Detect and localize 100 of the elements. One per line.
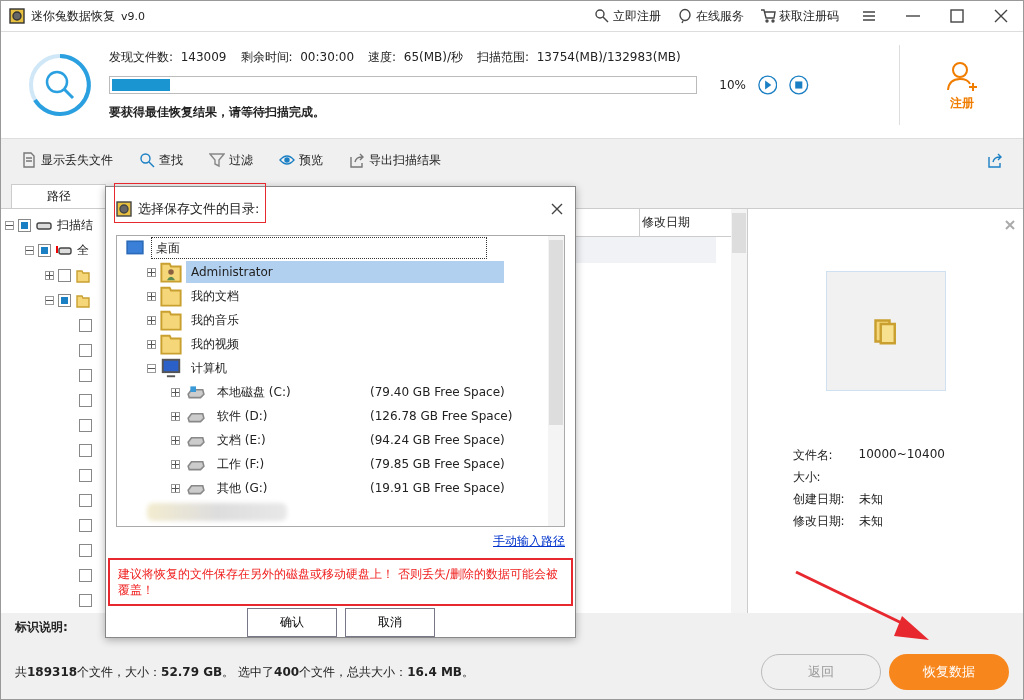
export-icon xyxy=(349,152,365,168)
checkbox[interactable] xyxy=(79,544,92,557)
folder-tree-item[interactable]: 软件 (D:) xyxy=(212,405,362,427)
close-icon xyxy=(549,201,565,217)
tree-item-label: 扫描结 xyxy=(57,217,93,234)
field-value: 未知 xyxy=(858,491,884,508)
expand-toggle[interactable] xyxy=(147,363,156,373)
expand-toggle[interactable] xyxy=(171,483,180,493)
checkbox[interactable] xyxy=(79,519,92,532)
field-label: 创建日期: xyxy=(792,491,846,508)
expand-toggle[interactable] xyxy=(5,221,14,230)
user-folder-icon xyxy=(160,261,182,283)
play-button[interactable] xyxy=(757,74,778,96)
plus-icon xyxy=(46,272,53,279)
checkbox[interactable] xyxy=(79,319,92,332)
checkbox[interactable] xyxy=(79,369,92,382)
title-link[interactable]: 立即注册 xyxy=(594,7,661,25)
toolbar-button[interactable]: 预览 xyxy=(279,151,323,169)
free-space-text: (79.85 GB Free Space) xyxy=(370,457,505,471)
cancel-button[interactable]: 取消 xyxy=(344,608,435,637)
expand-toggle[interactable] xyxy=(171,411,180,421)
confirm-button[interactable]: 确认 xyxy=(246,608,337,637)
field-value: 10000~10400 xyxy=(858,447,946,463)
expand-toggle[interactable] xyxy=(147,267,156,277)
checkbox[interactable] xyxy=(79,419,92,432)
window-title: 迷你兔数据恢复 v9.0 xyxy=(31,7,145,25)
field-label: 文件名: xyxy=(792,447,834,464)
checkbox[interactable] xyxy=(38,244,51,257)
folder-tree-item[interactable]: 文档 (E:) xyxy=(212,429,362,451)
plus-icon xyxy=(172,484,179,492)
plus-icon xyxy=(148,316,155,324)
checkbox[interactable] xyxy=(58,269,71,282)
field-value: 未知 xyxy=(858,513,884,530)
scan-message: 要获得最佳恢复结果，请等待扫描完成。 xyxy=(109,104,326,121)
plus-icon xyxy=(148,292,155,300)
checkbox[interactable] xyxy=(79,344,92,357)
folder-tree-item[interactable]: 桌面 xyxy=(151,237,487,259)
toolbar-button[interactable]: 过滤 xyxy=(209,151,253,169)
scan-stat: 剩余时间: 00:30:00 xyxy=(240,49,355,66)
scan-stat: 发现文件数: 143009 xyxy=(109,49,227,66)
folder-icon xyxy=(75,292,91,309)
minus-icon xyxy=(6,222,13,229)
folder-icon xyxy=(160,333,182,355)
expand-toggle[interactable] xyxy=(171,435,180,445)
title-link[interactable]: 在线服务 xyxy=(677,7,744,25)
legend-label: 标识说明: xyxy=(15,619,68,636)
checkbox[interactable] xyxy=(79,469,92,482)
expand-toggle[interactable] xyxy=(45,296,54,305)
field-label: 修改日期: xyxy=(792,513,846,530)
manual-path-link[interactable]: 手动输入路径 xyxy=(493,533,565,550)
checkbox[interactable] xyxy=(79,569,92,582)
title-link[interactable]: 获取注册码 xyxy=(760,7,839,25)
expand-toggle[interactable] xyxy=(147,291,156,301)
expand-toggle[interactable] xyxy=(147,339,156,349)
scan-stat: 扫描范围: 13754(MB)/132983(MB) xyxy=(477,49,681,66)
tab[interactable]: 路径 xyxy=(11,184,106,208)
folder-tree-item[interactable]: 我的视频 xyxy=(186,333,504,355)
checkbox[interactable] xyxy=(79,594,92,607)
expand-toggle[interactable] xyxy=(147,315,156,325)
folder-tree-item[interactable]: 本地磁盘 (C:) xyxy=(212,381,362,403)
close-button[interactable] xyxy=(549,201,565,217)
scan-progress-ring-icon xyxy=(27,52,93,118)
app-logo-icon xyxy=(116,201,132,217)
free-space-text: (126.78 GB Free Space) xyxy=(370,409,513,423)
computer-icon xyxy=(160,357,182,379)
drive-icon xyxy=(184,383,208,401)
checkbox[interactable] xyxy=(18,219,31,232)
folder-tree-item[interactable]: 我的文档 xyxy=(186,285,504,307)
cart-icon xyxy=(760,8,776,24)
plus-icon xyxy=(148,268,155,276)
plus-icon xyxy=(172,412,179,420)
plus-icon xyxy=(172,460,179,468)
free-space-text: (79.40 GB Free Space) xyxy=(370,385,505,399)
expand-toggle[interactable] xyxy=(171,387,180,397)
folder-tree-item[interactable]: 其他 (G:) xyxy=(212,477,362,499)
expand-toggle[interactable] xyxy=(25,246,34,255)
expand-toggle[interactable] xyxy=(171,459,180,469)
folder-tree-item[interactable]: 我的音乐 xyxy=(186,309,504,331)
free-space-text: (94.24 GB Free Space) xyxy=(370,433,505,447)
folder-tree-item[interactable]: 计算机 xyxy=(186,357,504,379)
checkbox[interactable] xyxy=(79,394,92,407)
filter-icon xyxy=(209,152,225,168)
toolbar-button[interactable]: 查找 xyxy=(139,151,183,169)
checkbox[interactable] xyxy=(79,494,92,507)
chat-bubble-icon xyxy=(677,8,693,24)
toolbar-button[interactable]: 导出扫描结果 xyxy=(349,151,441,169)
field-label: 大小: xyxy=(792,469,822,486)
checkbox[interactable] xyxy=(79,444,92,457)
folder-icon xyxy=(75,267,91,284)
toolbar-button[interactable]: 显示丢失文件 xyxy=(21,151,113,169)
close-icon xyxy=(993,8,1009,24)
folder-tree-item[interactable]: 工作 (F:) xyxy=(212,453,362,475)
checkbox[interactable] xyxy=(58,294,71,307)
folder-tree-item[interactable]: Administrator xyxy=(186,261,504,283)
minus-icon xyxy=(46,297,53,304)
eye-icon xyxy=(279,152,295,168)
expand-toggle[interactable] xyxy=(45,271,54,280)
plus-icon xyxy=(172,388,179,396)
stop-button[interactable] xyxy=(789,74,809,96)
tree-item-label: 全 xyxy=(77,242,89,259)
